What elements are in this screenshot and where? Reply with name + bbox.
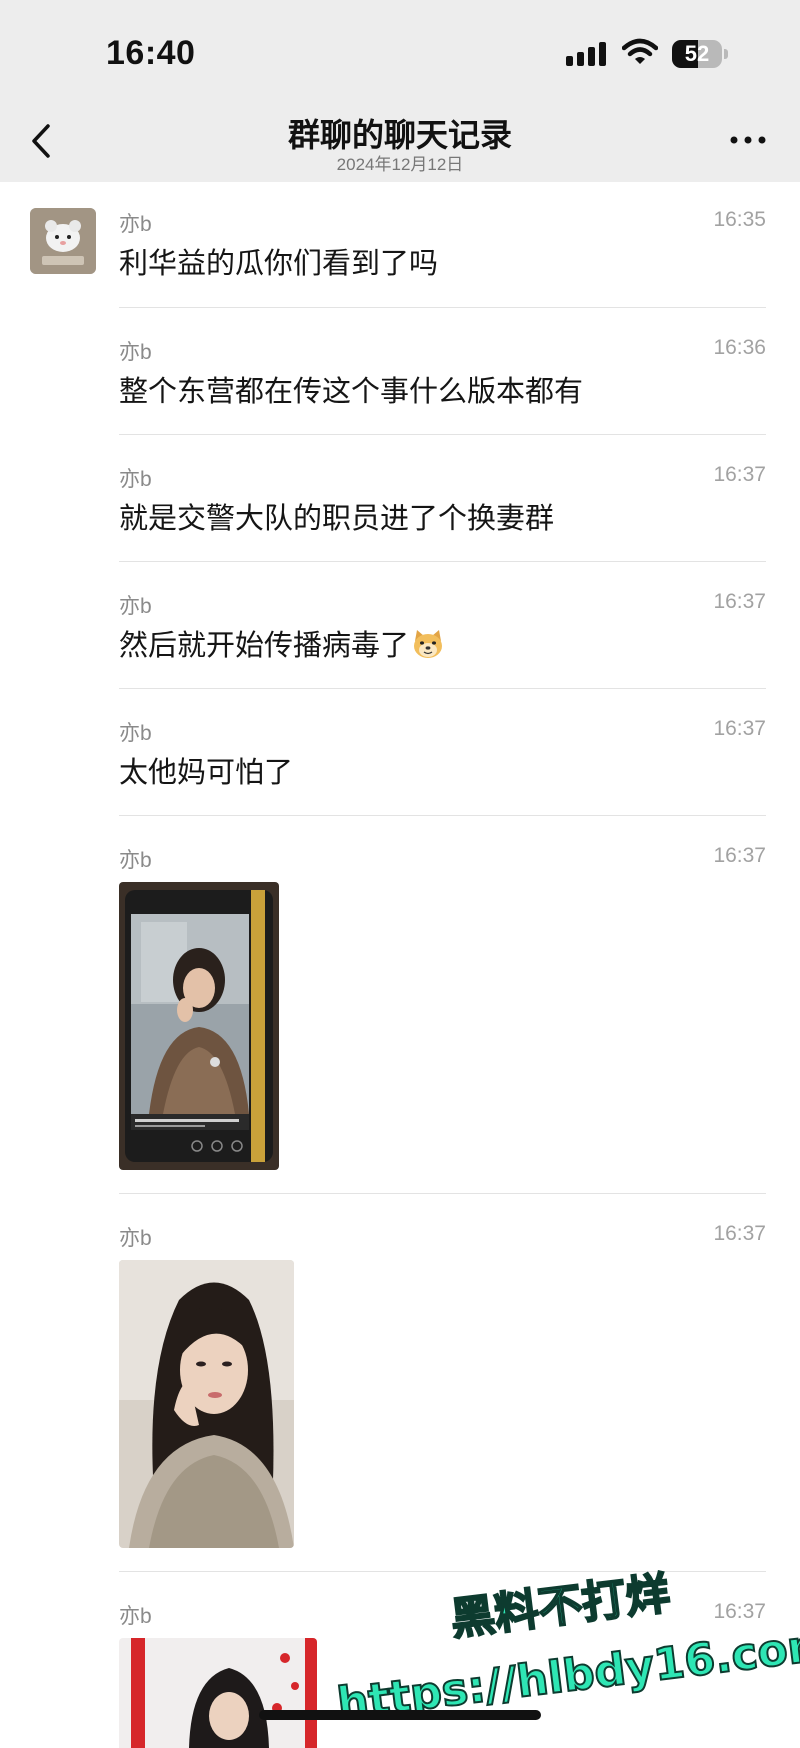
wifi-icon — [622, 38, 658, 64]
message-item[interactable]: 亦b 16:37 — [0, 1194, 800, 1572]
message-text-row: 然后就开始传播病毒了 — [119, 622, 445, 664]
message-item[interactable]: 亦b 16:37 然后就开始传播病毒了 — [0, 562, 800, 689]
status-time: 16:40 — [106, 34, 196, 72]
message-item[interactable]: 亦b 16:36 整个东营都在传这个事什么版本都有 — [0, 308, 800, 435]
message-time: 16:36 — [713, 336, 766, 359]
message-time: 16:37 — [713, 844, 766, 867]
message-sender: 亦b — [119, 341, 152, 364]
message-time: 16:35 — [713, 208, 766, 231]
more-options-icon[interactable] — [728, 128, 768, 152]
watermark-line1: 黑料不打烊 — [448, 1568, 673, 1645]
message-sender: 亦b — [119, 468, 152, 491]
cellular-signal-icon — [566, 42, 606, 66]
doge-emoji-icon — [414, 630, 443, 658]
battery-icon: 52 — [672, 40, 728, 68]
message-sender: 亦b — [119, 1227, 152, 1250]
photo-thumbnail[interactable] — [119, 882, 279, 1170]
message-time: 16:37 — [713, 1222, 766, 1245]
photo-thumbnail[interactable] — [119, 1260, 294, 1548]
message-text: 整个东营都在传这个事什么版本都有 — [119, 376, 584, 408]
message-item[interactable]: 亦b 16:37 太他妈可怕了 — [0, 689, 800, 816]
message-item[interactable]: 亦b 16:37 — [0, 816, 800, 1194]
message-sender: 亦b — [119, 722, 152, 745]
message-text: 利华益的瓜你们看到了吗 — [119, 248, 439, 280]
message-time: 16:37 — [713, 717, 766, 740]
message-sender: 亦b — [119, 849, 152, 872]
message-item[interactable]: 亦b 16:37 就是交警大队的职员进了个换妻群 — [0, 435, 800, 562]
avatar[interactable] — [30, 208, 96, 274]
chat-date: 2024年12月12日 — [336, 155, 464, 174]
message-text: 太他妈可怕了 — [119, 757, 294, 789]
message-text: 就是交警大队的职员进了个换妻群 — [119, 503, 555, 535]
watermark: 黑料不打烊 https://hlbdy16.com — [333, 1567, 800, 1731]
battery-percentage: 52 — [684, 41, 710, 66]
top-bar: 16:40 52 群聊的聊天记录 2024年12月12日 — [0, 0, 800, 182]
home-indicator — [259, 1710, 541, 1720]
message-item[interactable]: 亦b 16:35 利华益的瓜你们看到了吗 — [0, 180, 800, 308]
message-sender: 亦b — [119, 1605, 152, 1628]
message-sender: 亦b — [119, 595, 152, 618]
message-time: 16:37 — [713, 463, 766, 486]
message-time: 16:37 — [713, 590, 766, 613]
message-sender: 亦b — [119, 213, 152, 236]
photo-thumbnail[interactable] — [119, 1638, 317, 1748]
message-text: 然后就开始传播病毒了 — [119, 630, 410, 662]
